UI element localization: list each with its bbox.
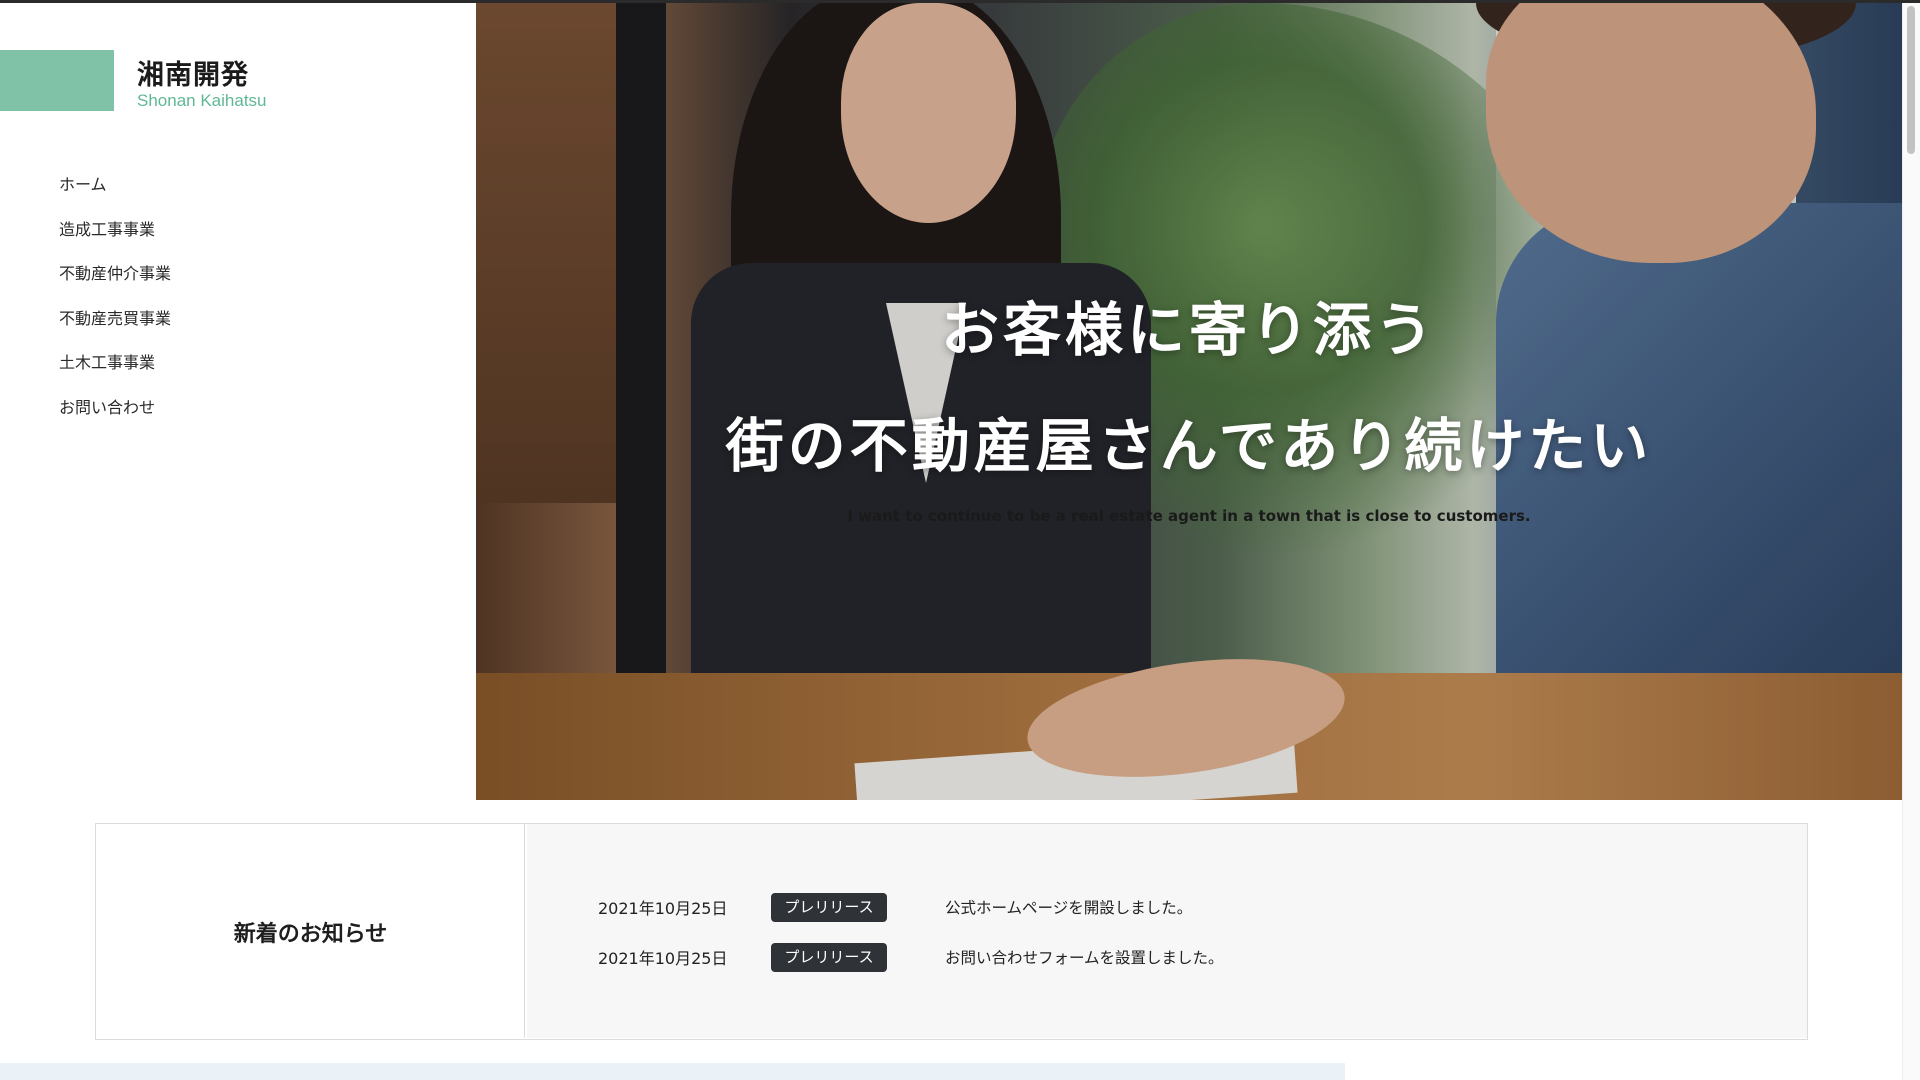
site-subtitle: Shonan Kaihatsu <box>137 91 267 110</box>
scrollbar-thumb[interactable] <box>1907 6 1915 154</box>
news-heading-panel: 新着のお知らせ <box>96 824 525 1038</box>
nav-item-real-estate-trading[interactable]: 不動産売買事業 <box>59 305 171 350</box>
news-item[interactable]: 2021年10月25日 プレリリース お問い合わせフォームを設置しました。 <box>598 942 1224 972</box>
news-tag-badge: プレリリース <box>771 942 887 972</box>
hero-headline-line2: 街の不動産屋さんであり続けたい <box>725 412 1653 480</box>
news-item[interactable]: 2021年10月25日 プレリリース 公式ホームページを開設しました。 <box>598 892 1192 922</box>
sidebar: 湘南開発 Shonan Kaihatsu ホーム 造成工事事業 不動産仲介事業 … <box>0 3 476 800</box>
next-section-band <box>0 1063 1345 1080</box>
main-nav: ホーム 造成工事事業 不動産仲介事業 不動産売買事業 土木工事事業 お問い合わせ <box>59 171 171 438</box>
news-list: 2021年10月25日 プレリリース 公式ホームページを開設しました。 2021… <box>527 824 1807 1038</box>
news-date: 2021年10月25日 <box>598 899 728 918</box>
hero-subheadline: I want to continue to be a real estate a… <box>847 507 1531 525</box>
logo-mark <box>0 50 114 111</box>
news-tag-badge: プレリリース <box>771 892 887 922</box>
nav-item-contact[interactable]: お問い合わせ <box>59 394 171 439</box>
news-section: 新着のお知らせ 2021年10月25日 プレリリース 公式ホームページを開設しま… <box>95 823 1808 1040</box>
news-text[interactable]: 公式ホームページを開設しました。 <box>945 896 1192 918</box>
nav-item-home[interactable]: ホーム <box>59 171 171 216</box>
nav-item-civil-engineering[interactable]: 土木工事事業 <box>59 349 171 394</box>
nav-item-brokerage[interactable]: 不動産仲介事業 <box>59 260 171 305</box>
site-title[interactable]: 湘南開発 <box>137 53 249 92</box>
news-heading: 新着のお知らせ <box>233 922 388 947</box>
hero-headline-line1: お客様に寄り添う <box>940 296 1437 364</box>
news-text[interactable]: お問い合わせフォームを設置しました。 <box>945 946 1224 968</box>
hero-banner: お客様に寄り添う 街の不動産屋さんであり続けたい I want to conti… <box>476 3 1902 800</box>
nav-item-land-development[interactable]: 造成工事事業 <box>59 216 171 261</box>
news-date: 2021年10月25日 <box>598 949 728 968</box>
page-scrollbar[interactable] <box>1902 3 1920 1080</box>
